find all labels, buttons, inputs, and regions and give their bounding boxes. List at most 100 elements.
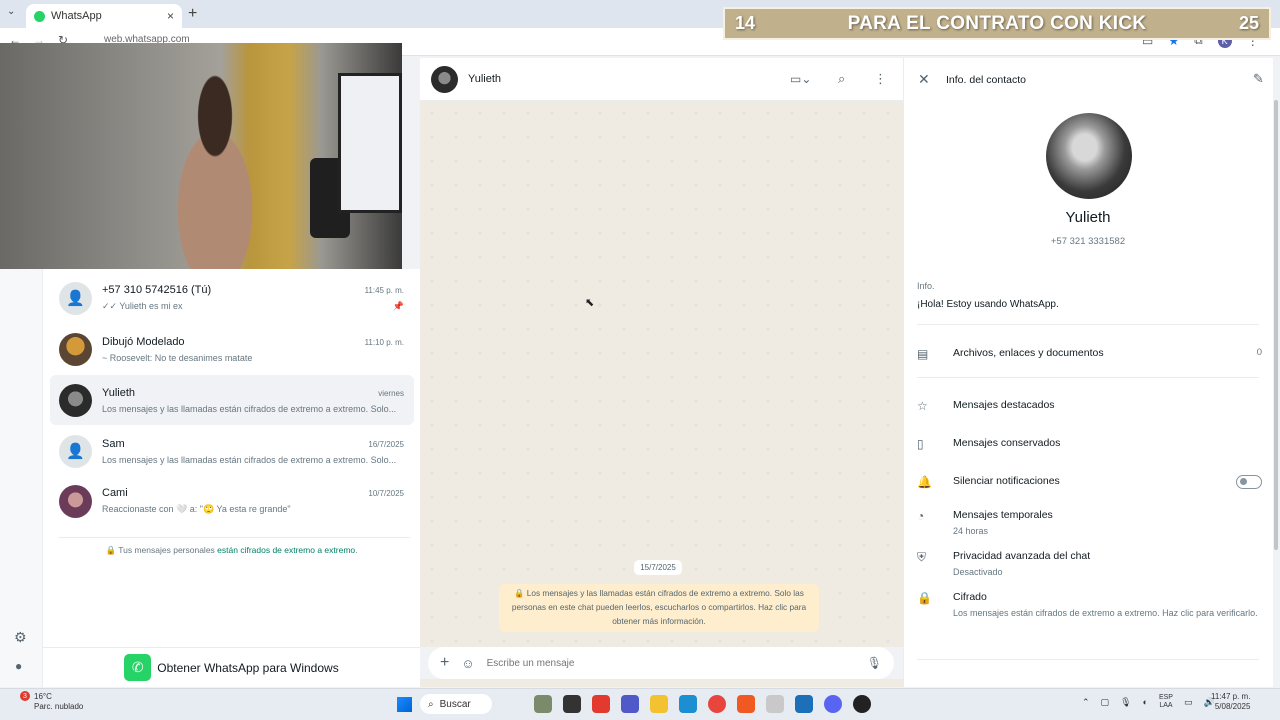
webcam-overlay [0,43,402,269]
chat-time: 11:10 p. m. [364,337,404,347]
chat-item-dibujo-modelado[interactable]: Dibujó Modelado 11:10 p. m. ~ Roosevelt:… [50,324,414,374]
encryption-note-end: . [355,545,358,555]
attach-plus-icon[interactable]: + [440,654,449,672]
browser-tab-whatsapp[interactable]: WhatsApp × [26,4,182,28]
disappearing-label: Mensajes temporales [953,509,1053,521]
tray-app-icon[interactable]: ▢ [1101,697,1110,708]
app-dark-icon[interactable] [853,695,871,713]
chat-item-cami[interactable]: Cami 10/7/2025 Reaccionaste con 🤍 a: "🙄 … [50,476,414,526]
privacy-label: Privacidad avanzada del chat [953,550,1091,562]
search-icon: ⌕ [428,698,434,710]
edit-pencil-icon[interactable]: ✎ [1253,71,1264,87]
chat-last-message: Reaccionaste con 🤍 a: "🙄 Ya esta re gran… [102,504,291,514]
starred-messages-row[interactable]: ☆ Mensajes destacados [917,399,1262,413]
close-tab-icon[interactable]: × [167,9,174,23]
date-chip: 15/7/2025 [634,560,682,575]
starred-label: Mensajes destacados [953,399,1055,411]
advanced-privacy-row[interactable]: ⛨ Privacidad avanzada del chat Desactiva… [917,550,1262,579]
discord-icon[interactable] [824,695,842,713]
encryption-desc: Los mensajes están cifrados de extremo a… [953,608,1258,618]
new-tab-button[interactable]: + [188,5,197,23]
taskbar-search-label: Buscar [439,698,471,710]
store-icon[interactable] [795,695,813,713]
tab-search-icon[interactable]: ⌄ [7,6,15,17]
chat-name: Cami [102,487,128,499]
timer-icon: ◔ [917,509,925,523]
chat-last-message: ~ Roosevelt: No te desanimes matate [102,352,253,363]
conversation-avatar[interactable] [431,66,458,93]
bookmark-icon: ▯ [917,437,924,451]
sticker-emoji-icon[interactable]: ☺ [461,656,474,671]
encryption-row[interactable]: 🔒 Cifrado Los mensajes están cifrados de… [917,591,1262,620]
contact-avatar[interactable] [1046,113,1132,199]
bell-icon: 🔔 [917,475,932,489]
settings-gear-icon[interactable]: ⚙ [14,629,27,646]
message-input[interactable] [486,657,855,669]
default-avatar-icon: 👤 [59,434,92,468]
chat-last-message: Los mensajes y las llamadas están cifrad… [102,454,397,465]
banner-left-number: 14 [735,13,756,33]
contact-info-title: Info. del contacto [946,74,1026,86]
files-count: 0 [1256,347,1262,358]
menu-icon[interactable]: ⋮ [874,71,887,87]
file-explorer-icon[interactable] [650,695,668,713]
microphone-icon[interactable]: 🎙 [867,656,882,670]
app-red-icon[interactable] [592,695,610,713]
windows-start-icon[interactable] [397,697,412,712]
profile-icon[interactable]: ● [15,659,22,673]
privacy-value: Desactivado [953,567,1003,577]
contact-name: Yulieth [1065,209,1111,226]
chat-time: 10/7/2025 [368,489,404,498]
chat-item-self[interactable]: 👤 +57 310 5742516 (Tú) 11:45 p. m. ✓✓ Yu… [50,273,414,323]
mute-toggle[interactable] [1236,475,1262,489]
files-label: Archivos, enlaces y documentos [953,347,1104,359]
files-links-docs-row[interactable]: ▤ Archivos, enlaces y documentos 0 [917,347,1262,361]
search-icon[interactable]: ⌕ [838,71,845,87]
banner-title: PARA EL CONTRATO CON KICK [847,12,1147,34]
scrollbar[interactable] [1274,100,1278,550]
widgets-app-icon[interactable] [534,695,552,713]
taskbar-clock[interactable]: 11:47 p. m. 5/08/2025 [1211,692,1250,712]
shield-icon: ⛨ [917,550,927,564]
mute-notifications-row[interactable]: 🔔 Silenciar notificaciones [917,475,1262,489]
brave-icon[interactable] [737,695,755,713]
clock-time: 11:47 p. m. [1211,692,1251,701]
keyboard-layout: LAA [1159,702,1173,709]
app-grey-icon[interactable] [766,695,784,713]
message-composer: + ☺ 🎙 [428,647,894,679]
close-icon[interactable]: ✕ [918,71,930,88]
chat-name: +57 310 5742516 (Tú) [102,284,212,296]
app-navigation-rail [0,269,43,687]
language-indicator[interactable]: ESP LAA [1159,694,1173,710]
disappearing-messages-row[interactable]: ◔ Mensajes temporales 24 horas [917,509,1262,538]
get-whatsapp-windows-button[interactable]: ✆ Obtener WhatsApp para Windows [43,647,420,687]
chevron-up-icon[interactable]: ⌃ [1082,697,1090,708]
network-icon[interactable]: ▭ [1184,697,1193,708]
teams-icon[interactable] [621,695,639,713]
edge-icon[interactable] [679,695,697,713]
chat-time: 11:45 p. m. [364,286,404,295]
get-app-label: Obtener WhatsApp para Windows [157,660,339,675]
chat-name: Sam [102,437,125,450]
taskbar-search[interactable]: ⌕ Buscar [420,694,492,714]
language-code: ESP [1158,694,1173,701]
conversation-name[interactable]: Yulieth [468,73,501,85]
chrome-icon[interactable] [708,695,726,713]
avatar [59,383,92,417]
chat-item-yulieth[interactable]: Yulieth viernes Los mensajes y las llama… [50,375,414,425]
encryption-link[interactable]: están cifrados de extremo a extremo [217,545,355,555]
task-view-icon[interactable] [563,695,581,713]
divider [917,377,1259,378]
weather-condition: Parc. nublado [34,702,84,711]
kept-messages-row[interactable]: ▯ Mensajes conservados [917,437,1262,451]
mouse-cursor-icon: ⬉ [585,297,595,309]
chat-item-sam[interactable]: 👤 Sam 16/7/2025 Los mensajes y las llama… [50,426,414,476]
avatar [59,484,92,518]
stream-goal-banner: 14 PARA EL CONTRATO CON KICK 25 [723,7,1271,40]
about-label: Info. [917,281,935,291]
tray-mic-icon[interactable]: 🎙 [1120,697,1131,708]
video-call-icon[interactable]: ▭⌄ [790,72,811,86]
tray-color-icon[interactable]: ◐ [1143,697,1148,707]
default-avatar-icon: 👤 [59,281,92,315]
system-encryption-message[interactable]: 🔒 Los mensajes y las llamadas están cifr… [499,584,819,632]
